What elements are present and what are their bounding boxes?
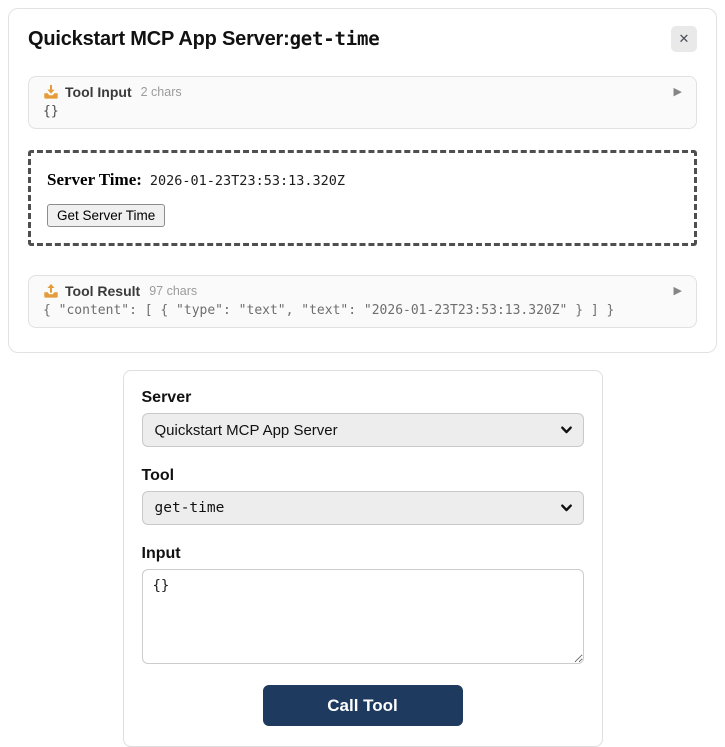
input-label: Input <box>141 545 181 562</box>
server-time-line: Server Time: 2026-01-23T23:53:13.320Z <box>47 170 678 190</box>
tool-result-panel: Tool Result 97 chars ▶ { "content": [ { … <box>28 275 697 328</box>
tool-input-panel: Tool Input 2 chars ▶ {} <box>28 76 697 129</box>
tool-field: Tool get-time <box>141 467 584 525</box>
tool-label: Tool <box>141 467 175 484</box>
page-title-tool: get-time <box>289 28 380 50</box>
tool-result-label: Tool Result <box>65 283 141 299</box>
expand-arrow-icon[interactable]: ▶ <box>674 285 682 297</box>
page-title: Quickstart MCP App Server:get-time <box>28 26 380 51</box>
card-header: Quickstart MCP App Server:get-time ✕ <box>28 26 697 52</box>
input-field: Input {} <box>141 545 584 669</box>
page-title-server: Quickstart MCP App Server: <box>28 28 290 50</box>
tool-call-card: Quickstart MCP App Server:get-time ✕ Too… <box>8 8 717 353</box>
tray-arrow-down-icon <box>43 84 59 100</box>
tool-form-card: Server Quickstart MCP App Server Tool ge… <box>122 370 603 747</box>
server-label: Server <box>141 389 192 406</box>
tool-result-chars: 97 chars <box>149 284 198 298</box>
call-tool-button[interactable]: Call Tool <box>262 685 463 726</box>
tool-result-header[interactable]: Tool Result 97 chars ▶ <box>43 283 682 299</box>
tool-input-label: Tool Input <box>65 84 132 100</box>
tool-input-chars: 2 chars <box>140 85 182 99</box>
embedded-app-view: Server Time: 2026-01-23T23:53:13.320Z Ge… <box>28 150 697 246</box>
input-textarea[interactable]: {} <box>141 569 584 664</box>
tool-input-header[interactable]: Tool Input 2 chars ▶ <box>43 84 682 100</box>
expand-arrow-icon[interactable]: ▶ <box>674 86 682 98</box>
server-select[interactable]: Quickstart MCP App Server <box>141 413 584 447</box>
tray-arrow-up-icon <box>43 283 59 299</box>
server-time-value: 2026-01-23T23:53:13.320Z <box>149 173 345 189</box>
server-time-label: Server Time: <box>47 170 142 189</box>
close-icon: ✕ <box>678 31 690 46</box>
page: Quickstart MCP App Server:get-time ✕ Too… <box>0 8 725 747</box>
close-button[interactable]: ✕ <box>671 26 697 52</box>
server-field: Server Quickstart MCP App Server <box>141 389 584 447</box>
get-server-time-button[interactable]: Get Server Time <box>47 204 166 227</box>
tool-result-content: { "content": [ { "type": "text", "text":… <box>43 303 615 318</box>
tool-select[interactable]: get-time <box>141 491 584 525</box>
form-actions: Call Tool <box>142 685 584 726</box>
tool-input-content: {} <box>43 104 59 119</box>
